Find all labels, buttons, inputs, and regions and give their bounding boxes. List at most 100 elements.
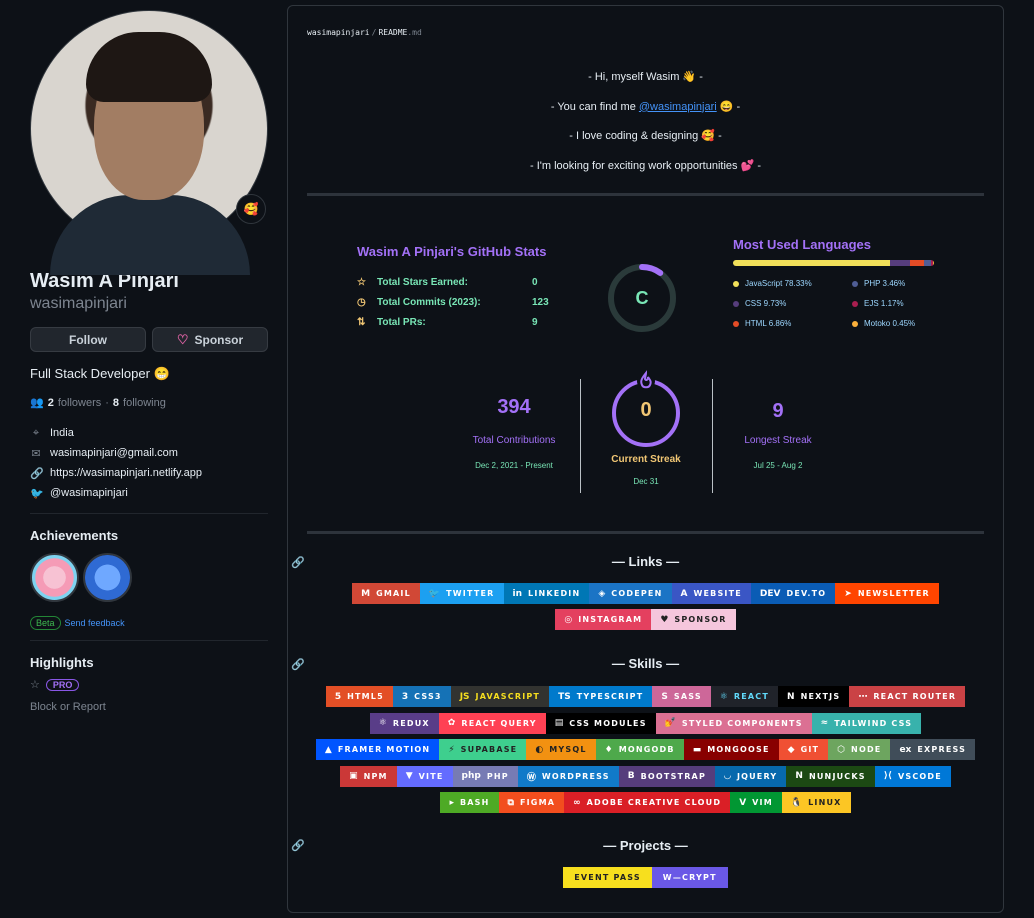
shield-javascript[interactable]: JS JAVASCRIPT xyxy=(450,686,550,707)
languages-title: Most Used Languages xyxy=(733,237,871,252)
shield-sponsor[interactable]: ♥ SPONSOR xyxy=(651,609,736,630)
shield-newsletter[interactable]: ➤ NEWSLETTER xyxy=(835,583,939,604)
shield-dev-to[interactable]: DEV DEV.TO xyxy=(750,583,836,604)
followers-label[interactable]: followers xyxy=(58,397,101,409)
location-item: ⌖ India xyxy=(30,423,268,443)
twitter-icon: 🐦 xyxy=(428,588,441,599)
bootstrap-icon: B xyxy=(627,771,635,781)
intro-line: - I love coding & designing 🥰 - xyxy=(569,130,722,143)
pull-shark-badge[interactable] xyxy=(83,553,132,602)
heart-icon: ♡ xyxy=(176,331,189,347)
shield-label: REACT QUERY xyxy=(461,718,537,728)
css-modules-icon: ▤ xyxy=(554,718,564,728)
shield-react-query[interactable]: ✿ REACT QUERY xyxy=(438,712,546,734)
twitter-handle-link[interactable]: @wasimapinjari xyxy=(639,101,717,113)
shield-express[interactable]: ex EXPRESS xyxy=(890,739,976,760)
shield-react-router[interactable]: ⋯ REACT ROUTER xyxy=(849,686,966,707)
crumb-file[interactable]: README xyxy=(378,28,407,37)
shield-node[interactable]: ⬡ NODE xyxy=(828,739,891,760)
profile-bio: Full Stack Developer 😁 xyxy=(30,366,170,381)
shield-jquery[interactable]: ◡ JQUERY xyxy=(715,765,787,787)
follow-button[interactable]: Follow xyxy=(30,327,146,352)
shield-tailwind-css[interactable]: ≈ TAILWIND CSS xyxy=(811,712,922,734)
shield-css-modules[interactable]: ▤ CSS MODULES xyxy=(545,712,656,734)
block-report-link[interactable]: Block or Report xyxy=(30,701,268,713)
send-feedback-link[interactable]: Send feedback xyxy=(65,618,125,628)
shield-bootstrap[interactable]: B BOOTSTRAP xyxy=(618,765,716,787)
achievements-title[interactable]: Achievements xyxy=(30,528,268,543)
sponsor-button[interactable]: ♡ Sponsor xyxy=(152,327,268,352)
current-streak-date: Dec 31 xyxy=(633,477,659,486)
shield-framer-motion[interactable]: ▲ FRAMER MOTION xyxy=(315,739,440,760)
language-bar-segment xyxy=(733,260,891,266)
shield-label: CODEPEN xyxy=(611,589,663,598)
shield-php[interactable]: php PHP xyxy=(452,765,518,787)
shield-codepen[interactable]: ◈ CODEPEN xyxy=(589,583,672,604)
react-query-icon: ✿ xyxy=(447,718,456,728)
shield-typescript[interactable]: TS TYPESCRIPT xyxy=(549,686,653,707)
language-color-dot xyxy=(733,300,739,307)
shield-html5[interactable]: 5 HTML5 xyxy=(325,686,393,707)
following-count[interactable]: 8 xyxy=(113,397,119,409)
shield-styled-components[interactable]: 💅 STYLED COMPONENTS xyxy=(655,712,812,734)
shield-label: FRAMER MOTION xyxy=(337,745,431,754)
stat-value: 123 xyxy=(532,297,549,308)
shield-vscode[interactable]: ⟩⟨ VSCODE xyxy=(874,765,951,787)
stat-value: 9 xyxy=(532,317,538,328)
instagram-icon: ◎ xyxy=(564,614,573,625)
status-emoji[interactable]: 🥰 xyxy=(236,194,266,224)
shield-mongoose[interactable]: ▬ MONGOOSE xyxy=(683,739,779,760)
shield-label: NPM xyxy=(363,771,388,781)
shield-label: WEBSITE xyxy=(693,589,742,598)
shield-website[interactable]: A WEBSITE xyxy=(671,583,751,604)
email-link[interactable]: wasimapinjari@gmail.com xyxy=(50,447,178,459)
shield-nunjucks[interactable]: N NUNJUCKS xyxy=(786,765,875,787)
shield-vite[interactable]: ▼ VITE xyxy=(396,765,453,787)
mysql-icon: ◐ xyxy=(535,744,544,755)
shield-figma[interactable]: ⧉ FIGMA xyxy=(498,792,565,813)
shield-bash[interactable]: ▸ BASH xyxy=(440,792,499,813)
shield-row: EVENT PASS W—CRYPT xyxy=(288,867,1003,888)
shield-label: FIGMA xyxy=(519,798,556,807)
styled-components-icon: 💅 xyxy=(664,718,676,728)
project-w-crypt[interactable]: W—CRYPT xyxy=(651,867,728,888)
avatar[interactable] xyxy=(30,10,268,275)
shield-adobe-creative-cloud[interactable]: ∞ ADOBE CREATIVE CLOUD xyxy=(564,792,731,813)
shield-instagram[interactable]: ◎ INSTAGRAM xyxy=(555,609,652,630)
shield-mysql[interactable]: ◐ MYSQL xyxy=(526,739,596,760)
shield-row: ▸ BASH ⧉ FIGMA ∞ ADOBE CREATIVE CLOUD V VIM 🐧 LIN… xyxy=(288,792,1003,813)
shield-react[interactable]: ⚛ REACT xyxy=(710,686,779,707)
shield-gmail[interactable]: M GMAIL xyxy=(352,583,420,604)
crumb-user[interactable]: wasimapinjari xyxy=(307,28,370,37)
shield-nextjs[interactable]: N NEXTJS xyxy=(778,686,850,707)
shield-mongodb[interactable]: ♦ MONGODB xyxy=(595,739,684,760)
shield-redux[interactable]: ⚛ REDUX xyxy=(369,712,439,734)
yolo-badge[interactable] xyxy=(30,553,79,602)
vim-icon: V xyxy=(739,797,747,808)
shield-sass[interactable]: S SASS xyxy=(652,686,711,707)
language-label: HTML 6.86% xyxy=(745,319,792,328)
shield-label: TWITTER xyxy=(446,589,495,598)
project-event-pass[interactable]: EVENT PASS xyxy=(563,867,652,888)
shield-css3[interactable]: 3 CSS3 xyxy=(392,686,451,707)
shield-wordpress[interactable]: Ⓦ WORDPRESS xyxy=(517,765,619,787)
divider xyxy=(30,513,268,514)
shield-linux[interactable]: 🐧 LINUX xyxy=(781,792,851,813)
following-label[interactable]: following xyxy=(123,397,166,409)
shield-label: REACT ROUTER xyxy=(873,692,957,701)
followers-count[interactable]: 2 xyxy=(48,397,54,409)
stat-row: ☆ Total Stars Earned: 0 xyxy=(357,277,538,288)
shield-twitter[interactable]: 🐦 TWITTER xyxy=(419,583,504,604)
shield-npm[interactable]: ▣ NPM xyxy=(340,765,397,787)
shield-vim[interactable]: V VIM xyxy=(730,792,782,813)
avatar-shirt xyxy=(50,195,250,275)
shield-linkedin[interactable]: in LINKEDIN xyxy=(503,583,590,604)
twitter-link[interactable]: @wasimapinjari xyxy=(50,487,128,499)
shield-git[interactable]: ◆ GIT xyxy=(778,739,829,760)
intro-line: - I'm looking for exciting work opportun… xyxy=(530,159,761,172)
languages-bar xyxy=(733,260,934,266)
shield-supabase[interactable]: ⚡ SUPABASE xyxy=(439,739,527,760)
stat-label: Total Stars Earned: xyxy=(377,277,468,288)
nextjs-icon: N xyxy=(787,691,795,702)
website-link[interactable]: https://wasimapinjari.netlify.app xyxy=(50,467,202,479)
